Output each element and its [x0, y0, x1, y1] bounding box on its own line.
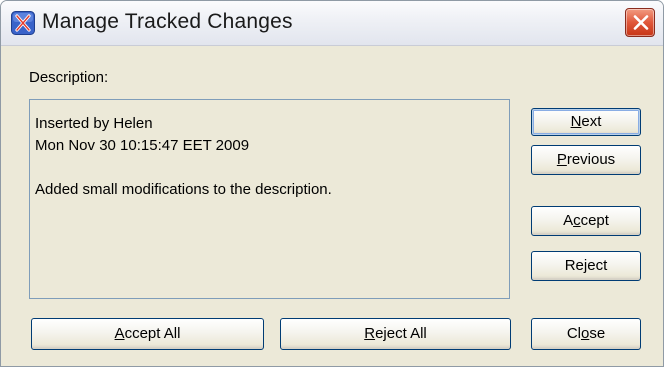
reject-all-mnemonic: R: [364, 325, 376, 342]
reject-label-post: ect: [587, 257, 608, 274]
accept-label-post: cept: [580, 212, 609, 229]
close-button[interactable]: Close: [531, 318, 641, 350]
description-line: Added small modifications to the descrip…: [35, 181, 332, 198]
title-bar[interactable]: Manage Tracked Changes: [1, 1, 663, 46]
dialog-window: Manage Tracked Changes Description: Inse…: [0, 0, 664, 367]
description-line: Inserted by Helen: [35, 115, 153, 132]
accept-button[interactable]: Accept: [531, 206, 641, 236]
close-label-post: se: [589, 325, 606, 342]
dialog-client-area: Description: Inserted by Helen Mon Nov 3…: [1, 46, 663, 366]
accept-label-pre: A: [563, 212, 574, 229]
close-label-pre: Cl: [566, 325, 581, 342]
previous-label-post: revious: [566, 151, 616, 168]
accept-mnemonic: c: [573, 212, 581, 229]
description-line: [35, 157, 504, 179]
next-label-post: ext: [581, 113, 602, 130]
description-textbox[interactable]: Inserted by Helen Mon Nov 30 10:15:47 EE…: [29, 99, 510, 299]
x-app-icon: [11, 11, 35, 35]
accept-all-mnemonic: A: [114, 325, 125, 342]
window-title: Manage Tracked Changes: [42, 10, 293, 33]
next-button[interactable]: Next: [531, 108, 641, 136]
previous-button[interactable]: Previous: [531, 145, 641, 175]
close-icon: [633, 15, 649, 30]
description-label: Description:: [29, 69, 109, 86]
reject-button[interactable]: Reject: [531, 251, 641, 281]
reject-all-button[interactable]: Reject All: [280, 318, 511, 350]
reject-label-pre: Re: [564, 257, 584, 274]
window-close-button[interactable]: [625, 8, 655, 37]
previous-mnemonic: P: [556, 151, 567, 168]
description-line: Mon Nov 30 10:15:47 EET 2009: [35, 137, 250, 154]
reject-all-label-post: eject All: [375, 325, 427, 342]
accept-all-button[interactable]: Accept All: [31, 318, 264, 350]
accept-all-label-post: ccept All: [124, 325, 181, 342]
next-mnemonic: N: [570, 113, 582, 130]
